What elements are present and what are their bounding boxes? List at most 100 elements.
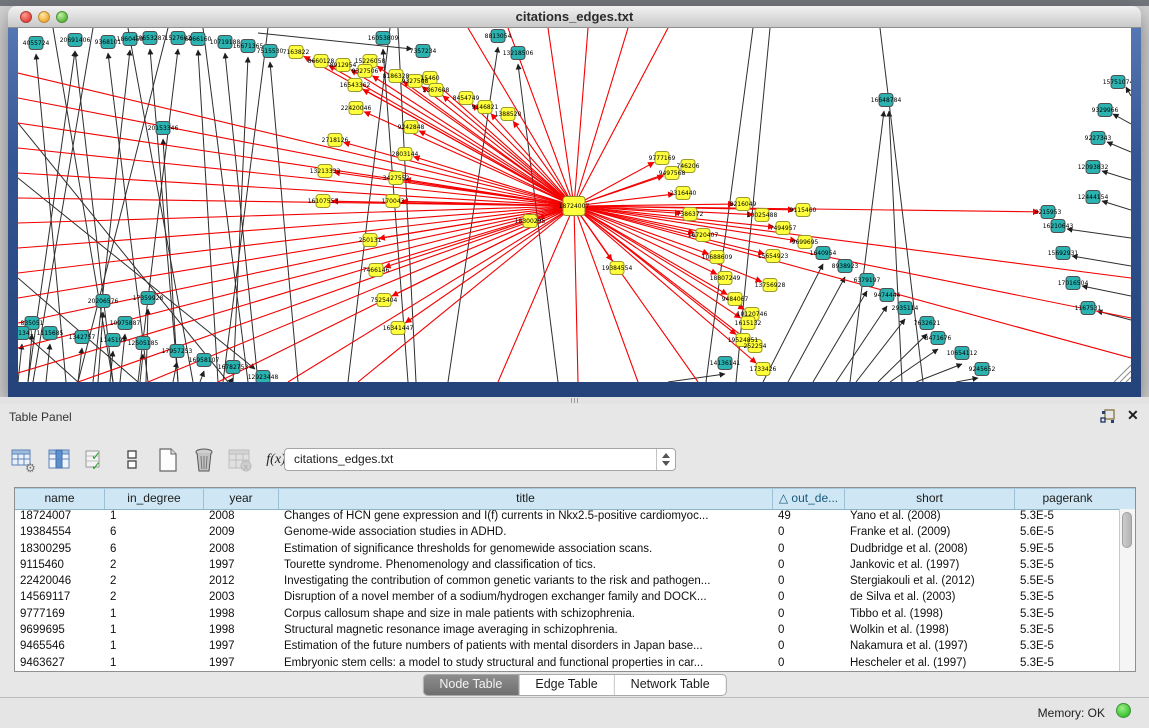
graph-node-label: 1733426: [750, 366, 777, 373]
table-selector-dropdown[interactable]: citations_edges.txt: [284, 448, 676, 471]
network-canvas-svg: 4055724206914069368101186045910653287152…: [18, 28, 1131, 382]
graph-node-label: 15226058: [355, 58, 386, 65]
graph-node-label: 13218506: [503, 50, 534, 57]
graph-node-label: 10654112: [947, 350, 978, 357]
cell-name: 9115460: [15, 558, 105, 574]
network-canvas[interactable]: 4055724206914069368101186045910653287152…: [18, 28, 1131, 382]
cell-year: 1997: [204, 558, 279, 574]
table-row[interactable]: 977716911998Corpus callosum shape and si…: [15, 607, 1120, 623]
table-row[interactable]: 946362711997Embryonic stem cells: a mode…: [15, 656, 1120, 671]
graph-node-label: 8471676: [925, 335, 952, 342]
delete-trash-icon[interactable]: [190, 445, 218, 475]
graph-node-label: 9699695: [792, 239, 819, 246]
column-header-year[interactable]: year: [204, 489, 279, 509]
cell-out_degree: 0: [773, 656, 845, 671]
cell-title: Structural magnetic resonance image aver…: [279, 623, 773, 639]
table-row[interactable]: 1830029562008Estimation of significance …: [15, 542, 1120, 558]
float-panel-icon[interactable]: [1100, 409, 1116, 424]
cell-name: 14569117: [15, 590, 105, 606]
cell-pagerank: 5.9E-5: [1015, 542, 1120, 558]
window-titlebar[interactable]: citations_edges.txt: [8, 6, 1141, 28]
cell-name: 9699695: [15, 623, 105, 639]
vertical-scrollbar[interactable]: [1119, 509, 1135, 671]
graph-node-label: 1167531: [1075, 305, 1102, 312]
divider-grip-icon[interactable]: [571, 398, 579, 403]
cell-out_degree: 0: [773, 542, 845, 558]
cell-year: 1997: [204, 639, 279, 655]
graph-node-label: 391341: [18, 330, 34, 337]
scrollbar-thumb[interactable]: [1122, 512, 1132, 548]
table-panel-title: Table Panel: [9, 410, 72, 424]
graph-node-label: 20691406: [60, 37, 91, 44]
table-tabs: Node TableEdge TableNetwork Table: [422, 674, 726, 696]
column-header-in_degree[interactable]: in_degree: [105, 489, 204, 509]
column-header-out_degree[interactable]: △ out_de...: [773, 489, 845, 509]
graph-node-label: 20206576: [88, 298, 119, 305]
table-header-row: namein_degreeyeartitle△ out_de...shortpa…: [15, 488, 1135, 510]
cell-short: Yano et al. (2008): [845, 509, 1015, 525]
tab-network-table[interactable]: Network Table: [615, 675, 726, 695]
cell-title: Genome-wide association studies in ADHD.: [279, 525, 773, 541]
column-header-name[interactable]: name: [15, 489, 105, 509]
network-view-window: citations_edges.txt 40557242069140693681…: [8, 6, 1141, 397]
window-title: citations_edges.txt: [8, 9, 1141, 24]
graph-node-label: 9115460: [790, 207, 817, 214]
cell-title: Changes of HCN gene expression and I(f) …: [279, 509, 773, 525]
column-header-title[interactable]: title: [279, 489, 773, 509]
cell-pagerank: 5.3E-5: [1015, 607, 1120, 623]
new-file-icon[interactable]: [154, 445, 182, 475]
table-row[interactable]: 911546021997Tourette syndrome. Phenomeno…: [15, 558, 1120, 574]
graph-node-label: 6966160: [185, 36, 212, 43]
graph-node-label: 12093832: [1078, 164, 1109, 171]
table-row[interactable]: 946554611997Estimation of the future num…: [15, 639, 1120, 655]
table-row[interactable]: 2242004622012Investigating the contribut…: [15, 574, 1120, 590]
graph-node-label: 16648784: [871, 97, 902, 104]
import-table-icon: x: [226, 445, 254, 475]
select-all-icon[interactable]: ✓ ✓: [82, 445, 110, 475]
column-visibility-icon[interactable]: [46, 445, 74, 475]
cell-pagerank: 5.3E-5: [1015, 590, 1120, 606]
cell-name: 22420046: [15, 574, 105, 590]
row-selection-icon[interactable]: [118, 445, 146, 475]
table-row[interactable]: 969969511998Structural magnetic resonanc…: [15, 623, 1120, 639]
graph-node-label: 12923448: [248, 374, 279, 381]
table-row[interactable]: 1872400712008Changes of HCN gene express…: [15, 509, 1120, 525]
cell-in_degree: 2: [105, 574, 204, 590]
table-row[interactable]: 1938455462009Genome-wide association stu…: [15, 525, 1120, 541]
close-panel-icon[interactable]: ✕: [1127, 407, 1139, 424]
status-bar: Memory: OK: [0, 697, 1149, 728]
cell-title: Tourette syndrome. Phenomenology and cla…: [279, 558, 773, 574]
graph-node-label: 10120746: [737, 311, 768, 318]
column-header-pagerank[interactable]: pagerank: [1015, 489, 1120, 509]
tab-node-table[interactable]: Node Table: [423, 675, 519, 695]
cell-year: 1997: [204, 656, 279, 671]
tab-edge-table[interactable]: Edge Table: [519, 675, 614, 695]
graph-node-label: 252254: [744, 343, 767, 350]
graph-node-label: 7494957: [770, 225, 797, 232]
graph-node-label: 16107553: [308, 198, 339, 205]
node-table: namein_degreeyeartitle△ out_de...shortpa…: [14, 487, 1136, 672]
cell-name: 9777169: [15, 607, 105, 623]
graph-node-label: 10688609: [702, 254, 733, 261]
graph-node-label: 2803144: [392, 151, 419, 158]
graph-node-label: 7163822: [283, 49, 310, 56]
cell-title: Corpus callosum shape and size in male p…: [279, 607, 773, 623]
memory-status-indicator[interactable]: [1116, 703, 1131, 718]
cell-short: Tibbo et al. (1998): [845, 607, 1015, 623]
cell-pagerank: 5.6E-5: [1015, 525, 1120, 541]
graph-node-label: 9777169: [649, 155, 676, 162]
cell-year: 1998: [204, 607, 279, 623]
table-options-icon[interactable]: ⚙: [10, 445, 38, 475]
cell-title: Investigating the contribution of common…: [279, 574, 773, 590]
graph-node-label: 2316440: [670, 190, 697, 197]
graph-node-label: 9227343: [1085, 135, 1112, 142]
column-header-short[interactable]: short: [845, 489, 1015, 509]
graph-node-label: 7357234: [410, 48, 437, 55]
cell-name: 18724007: [15, 509, 105, 525]
table-panel: Table Panel ✕ ⚙: [0, 404, 1149, 697]
resize-grip-icon[interactable]: [1114, 365, 1131, 382]
graph-node-label: 2718126: [322, 137, 349, 144]
table-row[interactable]: 1456911722003Disruption of a novel membe…: [15, 590, 1120, 606]
cell-pagerank: 5.3E-5: [1015, 639, 1120, 655]
table-panel-header: Table Panel ✕: [0, 404, 1149, 430]
